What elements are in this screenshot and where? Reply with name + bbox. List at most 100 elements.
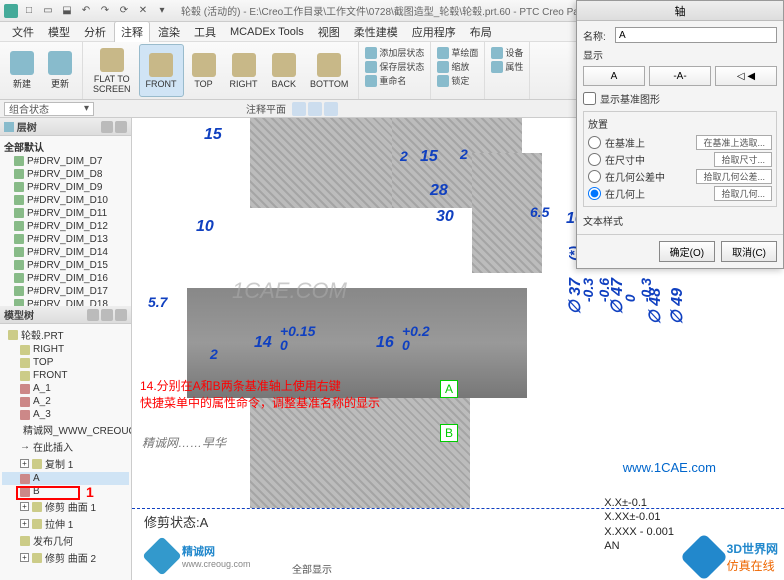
ribbon-device[interactable]: 设备 <box>491 46 523 59</box>
textstyle-link[interactable]: 文本样式 <box>583 213 777 228</box>
dim-14[interactable]: 14 <box>254 334 272 352</box>
qat-undo-icon[interactable]: ↶ <box>78 3 94 19</box>
tree-opt-icon[interactable] <box>87 309 99 321</box>
qat-save-icon[interactable]: ⬓ <box>59 3 75 19</box>
tool-icon[interactable] <box>292 102 306 116</box>
tree-opt-icon[interactable] <box>115 309 127 321</box>
dim-item[interactable]: P#DRV_DIM_D14 <box>2 246 129 259</box>
qat-new-icon[interactable]: □ <box>21 3 37 19</box>
style-arrow-button[interactable]: ◁ ◀ <box>715 66 777 86</box>
dim-item[interactable]: P#DRV_DIM_D8 <box>2 168 129 181</box>
qat-redo-icon[interactable]: ↷ <box>97 3 113 19</box>
ribbon-flat-button[interactable]: FLAT TO SCREEN <box>87 44 137 97</box>
dim-6-5[interactable]: 6.5 <box>530 204 549 220</box>
tree-opt-icon[interactable] <box>101 309 113 321</box>
menu-layout[interactable]: 布局 <box>464 22 498 42</box>
opt-dim-btn[interactable]: 拾取尺寸... <box>714 152 772 167</box>
dim-item[interactable]: P#DRV_DIM_D17 <box>2 285 129 298</box>
tree-front[interactable]: FRONT <box>2 369 129 382</box>
datum-a[interactable]: A <box>440 380 458 398</box>
dim-2c[interactable]: 2 <box>460 146 468 162</box>
tree-link[interactable]: 精诚网_WWW_CREOUG_COM... <box>2 421 129 438</box>
opt-datum[interactable] <box>588 136 601 149</box>
name-input[interactable] <box>615 27 777 43</box>
menu-file[interactable]: 文件 <box>6 22 40 42</box>
dim-item[interactable]: P#DRV_DIM_D16 <box>2 272 129 285</box>
qat-open-icon[interactable]: ▭ <box>40 3 56 19</box>
show-geom-checkbox[interactable] <box>583 92 596 105</box>
menu-app[interactable]: 应用程序 <box>406 22 462 42</box>
dim-phi49[interactable]: ∅ 49 <box>668 288 687 324</box>
tree-trim1[interactable]: +修剪 曲面 1 <box>2 498 129 515</box>
opt-datum-btn[interactable]: 在基准上选取... <box>696 135 772 150</box>
menu-model[interactable]: 模型 <box>42 22 76 42</box>
opt-geom[interactable] <box>588 187 601 200</box>
tool-icon[interactable] <box>308 102 322 116</box>
ribbon-front-button[interactable]: FRONT <box>139 44 184 97</box>
dim-14-tol[interactable]: +0.15 0 <box>280 324 315 352</box>
menu-analysis[interactable]: 分析 <box>78 22 112 42</box>
ribbon-back-button[interactable]: BACK <box>266 44 303 97</box>
tree-opt-icon[interactable] <box>115 121 127 133</box>
ribbon-lock[interactable]: 锁定 <box>437 74 478 87</box>
qat-regen-icon[interactable]: ⟳ <box>116 3 132 19</box>
ribbon-sketch[interactable]: 草绘面 <box>437 46 478 59</box>
qat-close-icon[interactable]: ✕ <box>135 3 151 19</box>
tree-opt-icon[interactable] <box>101 121 113 133</box>
menu-annotate[interactable]: 注释 <box>114 21 150 42</box>
dim-16-tol[interactable]: +0.2 0 <box>402 324 430 352</box>
dim-item[interactable]: P#DRV_DIM_D11 <box>2 207 129 220</box>
showall-label[interactable]: 全部显示 <box>292 561 332 576</box>
dim-item[interactable]: P#DRV_DIM_D7 <box>2 155 129 168</box>
dim-15[interactable]: 15 <box>204 126 222 144</box>
tree-a1[interactable]: A_1 <box>2 382 129 395</box>
dim-phi48[interactable]: ∅ 48 <box>646 288 665 324</box>
dim-item[interactable]: P#DRV_DIM_D13 <box>2 233 129 246</box>
dim-item[interactable]: P#DRV_DIM_D12 <box>2 220 129 233</box>
menu-flex[interactable]: 柔性建模 <box>348 22 404 42</box>
tree-axis-a[interactable]: A <box>2 472 129 485</box>
model-root[interactable]: 轮毂.PRT <box>2 326 129 343</box>
ribbon-rename[interactable]: 重命名 <box>365 74 424 87</box>
menu-tools[interactable]: 工具 <box>188 22 222 42</box>
combo-state[interactable]: 组合状态▾ <box>4 102 94 116</box>
dim-30[interactable]: 30 <box>436 208 454 226</box>
menu-render[interactable]: 渲染 <box>152 22 186 42</box>
dim-16[interactable]: 16 <box>376 334 394 352</box>
ribbon-props[interactable]: 属性 <box>491 60 523 73</box>
dim-item[interactable]: P#DRV_DIM_D18 <box>2 298 129 306</box>
qat-more-icon[interactable]: ▾ <box>154 3 170 19</box>
opt-gtol-btn[interactable]: 拾取几何公差... <box>696 169 772 184</box>
tree-a2[interactable]: A_2 <box>2 395 129 408</box>
ribbon-right-button[interactable]: RIGHT <box>224 44 264 97</box>
dims-root[interactable]: 全部默认 <box>2 138 129 155</box>
datum-b[interactable]: B <box>440 424 458 442</box>
tree-axis-b[interactable]: B <box>2 485 129 498</box>
dim-item[interactable]: P#DRV_DIM_D15 <box>2 259 129 272</box>
dim-item[interactable]: P#DRV_DIM_D10 <box>2 194 129 207</box>
tree-copy[interactable]: +复制 1 <box>2 455 129 472</box>
tree-right[interactable]: RIGHT <box>2 343 129 356</box>
ribbon-addlayer[interactable]: 添加层状态 <box>365 46 424 59</box>
dim-2[interactable]: 2 <box>400 148 408 164</box>
dim-item[interactable]: P#DRV_DIM_D9 <box>2 181 129 194</box>
ribbon-refresh-button[interactable]: 更新 <box>42 44 78 97</box>
tree-ext[interactable]: +拉伸 1 <box>2 515 129 532</box>
ribbon-new-button[interactable]: 新建 <box>4 44 40 97</box>
tree-trim2[interactable]: +修剪 曲面 2 <box>2 549 129 566</box>
style-boxa-button[interactable]: -A- <box>649 66 711 86</box>
tool-icon[interactable] <box>324 102 338 116</box>
ribbon-bottom-button[interactable]: BOTTOM <box>304 44 354 97</box>
tree-top[interactable]: TOP <box>2 356 129 369</box>
opt-geom-btn[interactable]: 拾取几何... <box>714 186 772 201</box>
dim-5-7[interactable]: 5.7 <box>148 294 167 310</box>
ok-button[interactable]: 确定(O) <box>659 241 715 262</box>
dim-28[interactable]: 28 <box>430 182 448 200</box>
tree-fx[interactable]: 发布几何 <box>2 532 129 549</box>
menu-mcad[interactable]: MCADEx Tools <box>224 24 310 40</box>
dim-2b[interactable]: 2 <box>210 346 218 362</box>
ribbon-top-button[interactable]: TOP <box>186 44 222 97</box>
opt-dim[interactable] <box>588 153 601 166</box>
ribbon-savelayer[interactable]: 保存层状态 <box>365 60 424 73</box>
tree-insert[interactable]: →在此插入 <box>2 438 129 455</box>
